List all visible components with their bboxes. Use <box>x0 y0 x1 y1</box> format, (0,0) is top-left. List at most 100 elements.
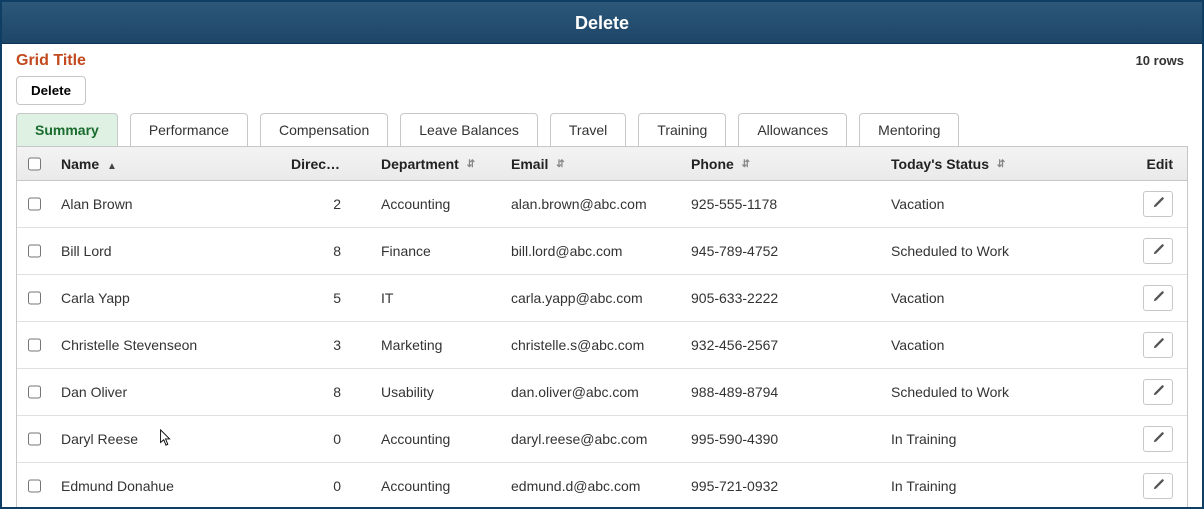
row-checkbox[interactable] <box>28 432 41 446</box>
col-status[interactable]: Today's Status ⇵ <box>881 156 1116 172</box>
col-phone[interactable]: Phone ⇵ <box>681 156 881 172</box>
cell-phone: 995-721-0932 <box>681 478 881 494</box>
cell-edit <box>1116 191 1187 217</box>
row-checkbox[interactable] <box>28 291 41 305</box>
tab-performance[interactable]: Performance <box>130 113 248 146</box>
tab-label: Allowances <box>757 122 828 138</box>
cell-name: Dan Oliver <box>51 384 281 400</box>
cell-directs: 0 <box>281 431 371 447</box>
cell-phone: 932-456-2567 <box>681 337 881 353</box>
row-checkbox-cell <box>17 335 51 355</box>
cell-status: Scheduled to Work <box>881 384 1116 400</box>
cell-name: Alan Brown <box>51 196 281 212</box>
col-directs[interactable]: Directs ⇵ <box>281 156 371 172</box>
cell-email: edmund.d@abc.com <box>501 478 681 494</box>
cell-email: bill.lord@abc.com <box>501 243 681 259</box>
cell-directs: 3 <box>281 337 371 353</box>
grid-title: Grid Title <box>16 52 86 70</box>
row-checkbox[interactable] <box>28 479 41 493</box>
sort-asc-icon: ▲ <box>107 161 117 172</box>
row-checkbox-cell <box>17 241 51 261</box>
pencil-icon <box>1152 384 1165 400</box>
cell-department: Marketing <box>371 337 501 353</box>
cell-status: Vacation <box>881 290 1116 306</box>
cell-edit <box>1116 238 1187 264</box>
cell-status: Scheduled to Work <box>881 243 1116 259</box>
tab-leave-balances[interactable]: Leave Balances <box>400 113 538 146</box>
tab-compensation[interactable]: Compensation <box>260 113 388 146</box>
edit-button[interactable] <box>1143 332 1173 358</box>
col-department[interactable]: Department ⇵ <box>371 156 501 172</box>
cell-status: In Training <box>881 478 1116 494</box>
tab-label: Travel <box>569 122 607 138</box>
tab-allowances[interactable]: Allowances <box>738 113 847 146</box>
table-row: Christelle Stevenseon3Marketingchristell… <box>17 322 1187 369</box>
edit-button[interactable] <box>1143 238 1173 264</box>
cell-name: Christelle Stevenseon <box>51 337 281 353</box>
col-department-label: Department <box>381 156 459 172</box>
table-row: Dan Oliver8Usabilitydan.oliver@abc.com98… <box>17 369 1187 416</box>
col-phone-label: Phone <box>691 156 734 172</box>
tab-mentoring[interactable]: Mentoring <box>859 113 959 146</box>
pencil-icon <box>1152 196 1165 212</box>
cell-email: christelle.s@abc.com <box>501 337 681 353</box>
row-checkbox[interactable] <box>28 338 41 352</box>
col-email[interactable]: Email ⇵ <box>501 156 681 172</box>
data-grid: Name ▲ Directs ⇵ Department ⇵ Email ⇵ Ph… <box>16 146 1188 509</box>
content-area: Grid Title 10 rows Delete Summary Perform… <box>2 44 1202 509</box>
row-count-label: 10 rows <box>1136 53 1188 68</box>
cell-department: Accounting <box>371 196 501 212</box>
window-title: Delete <box>575 13 629 33</box>
pencil-icon <box>1152 478 1165 494</box>
col-name[interactable]: Name ▲ <box>51 156 281 172</box>
app-window: Delete Grid Title 10 rows Delete Summary… <box>0 0 1204 509</box>
cell-email: alan.brown@abc.com <box>501 196 681 212</box>
cell-department: Accounting <box>371 431 501 447</box>
cell-edit <box>1116 379 1187 405</box>
tab-training[interactable]: Training <box>638 113 726 146</box>
row-checkbox-cell <box>17 476 51 496</box>
cell-phone: 905-633-2222 <box>681 290 881 306</box>
tab-label: Leave Balances <box>419 122 519 138</box>
table-row: Edmund Donahue0Accountingedmund.d@abc.co… <box>17 463 1187 509</box>
col-edit: Edit <box>1116 156 1187 172</box>
edit-button[interactable] <box>1143 473 1173 499</box>
edit-button[interactable] <box>1143 191 1173 217</box>
cell-status: Vacation <box>881 196 1116 212</box>
tab-travel[interactable]: Travel <box>550 113 626 146</box>
col-name-label: Name <box>61 156 99 172</box>
row-checkbox-cell <box>17 382 51 402</box>
cell-phone: 995-590-4390 <box>681 431 881 447</box>
grid-body: Alan Brown2Accountingalan.brown@abc.com9… <box>17 181 1187 509</box>
cell-directs: 2 <box>281 196 371 212</box>
pencil-icon <box>1152 243 1165 259</box>
delete-button[interactable]: Delete <box>16 76 86 105</box>
row-checkbox[interactable] <box>28 197 41 211</box>
tab-summary[interactable]: Summary <box>16 113 118 146</box>
col-directs-label: Directs <box>291 156 340 172</box>
row-checkbox[interactable] <box>28 244 41 258</box>
cell-phone: 988-489-8794 <box>681 384 881 400</box>
cell-phone: 925-555-1178 <box>681 196 881 212</box>
tab-label: Compensation <box>279 122 369 138</box>
tab-label: Summary <box>35 122 99 138</box>
tab-label: Mentoring <box>878 122 940 138</box>
cell-edit <box>1116 332 1187 358</box>
cell-directs: 5 <box>281 290 371 306</box>
cell-edit <box>1116 426 1187 452</box>
cell-edit <box>1116 473 1187 499</box>
table-row: Daryl Reese0Accountingdaryl.reese@abc.co… <box>17 416 1187 463</box>
pencil-icon <box>1152 337 1165 353</box>
pencil-icon <box>1152 290 1165 306</box>
sort-icon: ⇵ <box>346 160 354 170</box>
row-checkbox[interactable] <box>28 385 41 399</box>
col-checkbox <box>17 154 51 174</box>
edit-button[interactable] <box>1143 379 1173 405</box>
table-row: Carla Yapp5ITcarla.yapp@abc.com905-633-2… <box>17 275 1187 322</box>
row-checkbox-cell <box>17 429 51 449</box>
edit-button[interactable] <box>1143 285 1173 311</box>
row-checkbox-cell <box>17 288 51 308</box>
select-all-checkbox[interactable] <box>28 157 41 171</box>
cell-department: Accounting <box>371 478 501 494</box>
edit-button[interactable] <box>1143 426 1173 452</box>
